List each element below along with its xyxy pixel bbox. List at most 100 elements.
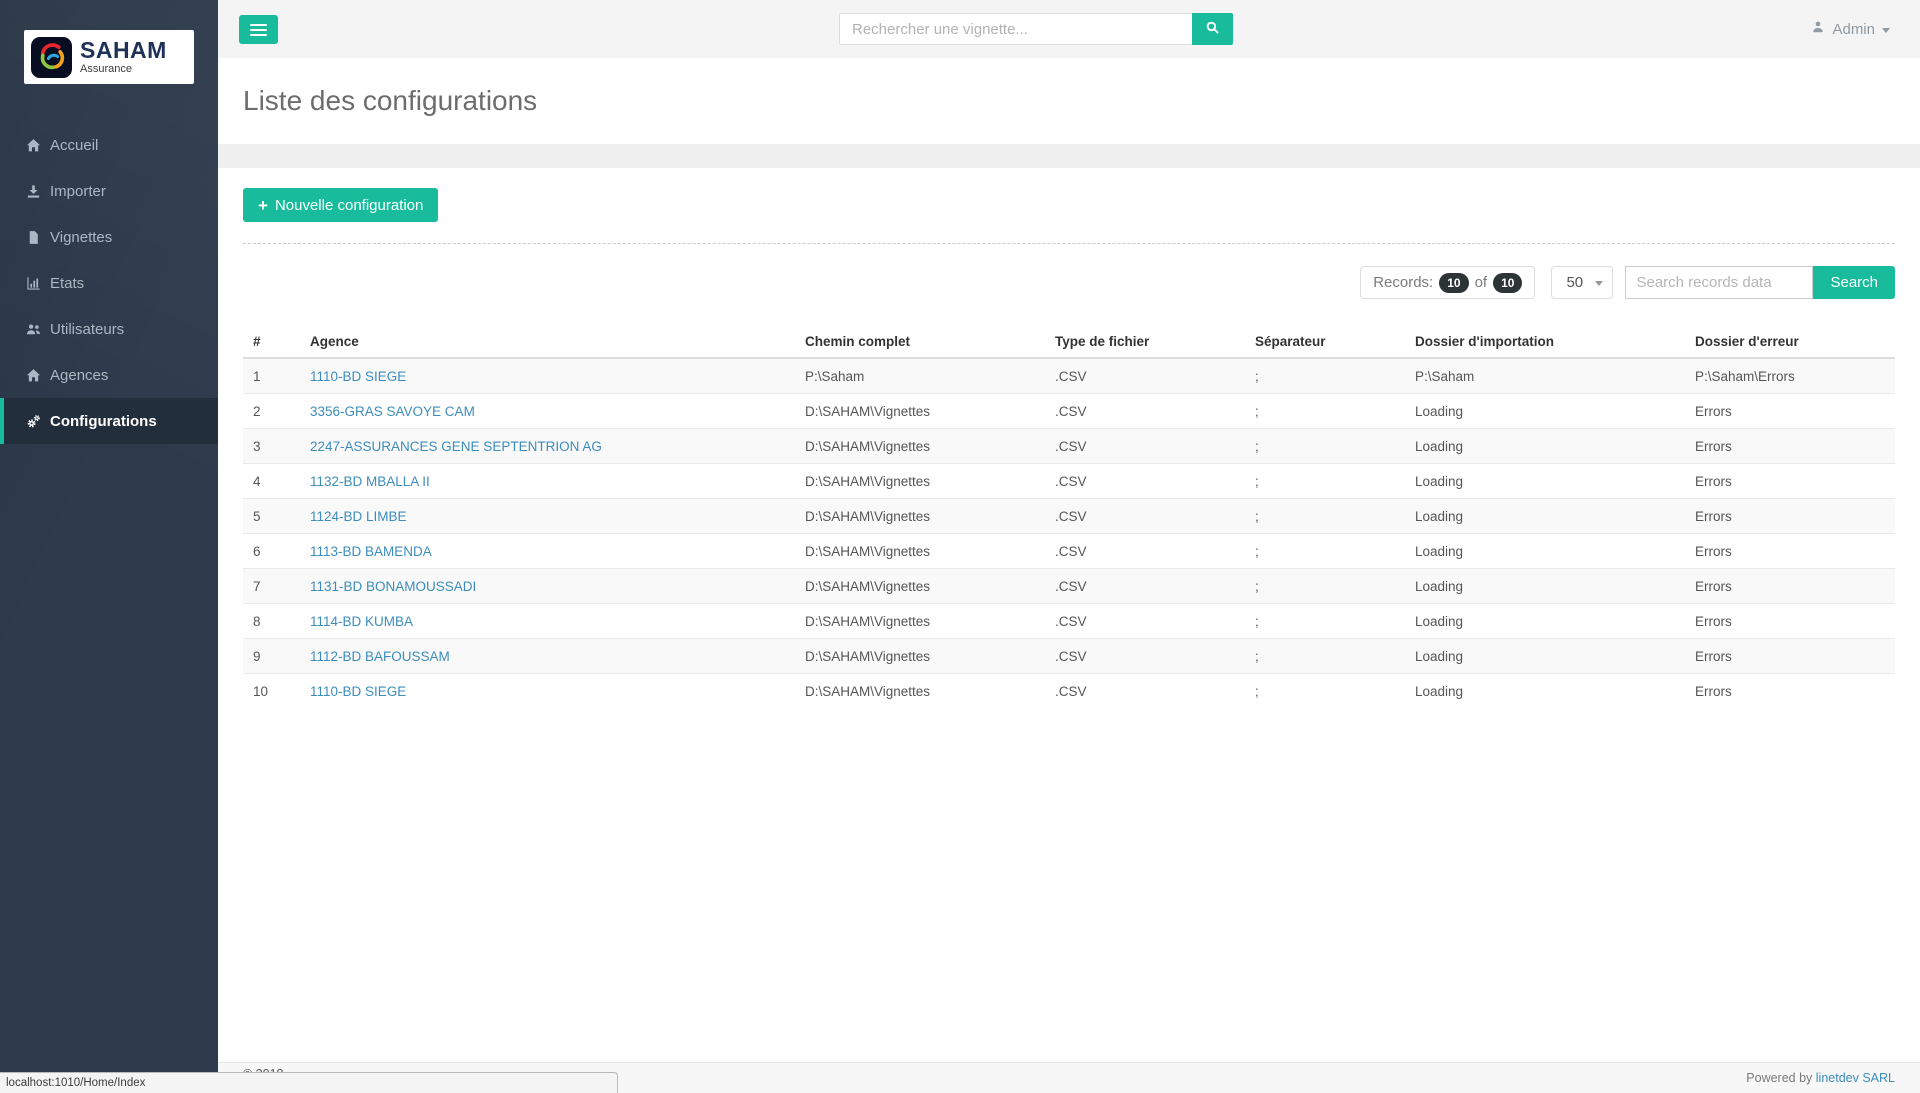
new-configuration-button[interactable]: + Nouvelle configuration: [243, 188, 438, 222]
chemin-complet-cell: P:\Saham: [795, 358, 1045, 394]
application-window: SAHAM Assurance Accueil Importer Vignettes…: [0, 0, 1920, 1093]
dossier-erreur-cell: Errors: [1685, 534, 1895, 569]
configurations-table: #AgenceChemin completType de fichierSépa…: [243, 326, 1895, 708]
agence-link-container: 1114-BD KUMBA: [300, 604, 795, 639]
table-row: 81114-BD KUMBAD:\SAHAM\Vignettes.CSV;Loa…: [243, 604, 1895, 639]
table-body: 11110-BD SIEGEP:\Saham.CSV;P:\SahamP:\Sa…: [243, 358, 1895, 708]
chemin-complet-cell: D:\SAHAM\Vignettes: [795, 639, 1045, 674]
file-icon: [26, 230, 50, 245]
dossier-importation-cell: Loading: [1405, 499, 1685, 534]
sidebar-item-configurations[interactable]: Configurations: [0, 398, 218, 444]
dossier-importation-cell: Loading: [1405, 464, 1685, 499]
dossier-erreur-cell: Errors: [1685, 604, 1895, 639]
page-size-value: 50: [1566, 274, 1583, 291]
records-search: Search: [1625, 266, 1895, 299]
sidebar-item-importer[interactable]: Importer: [0, 168, 218, 214]
column-header: #: [243, 326, 300, 358]
agence-link[interactable]: 2247-ASSURANCES GENE SEPTENTRION AG: [310, 439, 602, 454]
agence-link-container: 1112-BD BAFOUSSAM: [300, 639, 795, 674]
chemin-complet-cell: D:\SAHAM\Vignettes: [795, 604, 1045, 639]
column-header: Dossier d'erreur: [1685, 326, 1895, 358]
column-header: Agence: [300, 326, 795, 358]
agence-link-container: 1113-BD BAMENDA: [300, 534, 795, 569]
agence-link-container: 3356-GRAS SAVOYE CAM: [300, 394, 795, 429]
agence-link-container: 1110-BD SIEGE: [300, 358, 795, 394]
dossier-erreur-cell: Errors: [1685, 499, 1895, 534]
brand-subtitle: Assurance: [80, 64, 167, 75]
type-fichier-cell: .CSV: [1045, 534, 1245, 569]
sidebar-item-vignettes[interactable]: Vignettes: [0, 214, 218, 260]
agence-link-container: 1124-BD LIMBE: [300, 499, 795, 534]
agence-link[interactable]: 1113-BD BAMENDA: [310, 544, 432, 559]
column-header: Type de fichier: [1045, 326, 1245, 358]
type-fichier-cell: .CSV: [1045, 674, 1245, 709]
vignette-search-input[interactable]: [839, 13, 1192, 45]
search-icon: [1205, 20, 1220, 38]
table-controls: Records: 10 of 10 50 Search: [243, 266, 1895, 299]
records-count-badge: 10: [1439, 273, 1468, 293]
sidebar-item-label: Importer: [50, 183, 106, 200]
page-size-select[interactable]: 50: [1551, 266, 1613, 299]
sidebar-item-utilisateurs[interactable]: Utilisateurs: [0, 306, 218, 352]
chemin-complet-cell: D:\SAHAM\Vignettes: [795, 534, 1045, 569]
agence-link[interactable]: 1110-BD SIEGE: [310, 369, 406, 384]
caret-down-icon: [1595, 281, 1603, 286]
agence-link[interactable]: 1124-BD LIMBE: [310, 509, 407, 524]
records-of-label: of: [1475, 274, 1488, 291]
configurations-table-wrap: #AgenceChemin completType de fichierSépa…: [243, 326, 1895, 708]
table-row: 51124-BD LIMBED:\SAHAM\Vignettes.CSV;Loa…: [243, 499, 1895, 534]
row-number: 4: [243, 464, 300, 499]
separateur-cell: ;: [1245, 499, 1405, 534]
status-url: localhost:1010/Home/Index: [6, 1077, 145, 1089]
separateur-cell: ;: [1245, 394, 1405, 429]
row-number: 7: [243, 569, 300, 604]
sidebar-item-accueil[interactable]: Accueil: [0, 122, 218, 168]
agence-link[interactable]: 1132-BD MBALLA II: [310, 474, 430, 489]
download-icon: [26, 184, 50, 199]
agence-link-container: 1110-BD SIEGE: [300, 674, 795, 709]
type-fichier-cell: .CSV: [1045, 569, 1245, 604]
type-fichier-cell: .CSV: [1045, 394, 1245, 429]
chemin-complet-cell: D:\SAHAM\Vignettes: [795, 569, 1045, 604]
type-fichier-cell: .CSV: [1045, 639, 1245, 674]
agence-link[interactable]: 1112-BD BAFOUSSAM: [310, 649, 450, 664]
separateur-cell: ;: [1245, 674, 1405, 709]
dossier-importation-cell: Loading: [1405, 674, 1685, 709]
chemin-complet-cell: D:\SAHAM\Vignettes: [795, 464, 1045, 499]
dossier-importation-cell: Loading: [1405, 394, 1685, 429]
content-panel: + Nouvelle configuration Records: 10 of …: [218, 168, 1920, 1062]
browser-status-bar: localhost:1010/Home/Index: [0, 1072, 618, 1093]
table-row: 9 1112-BD BAFOUSSAM D:\SAHAM\Vignettes.CSV…: [243, 639, 1895, 674]
row-number: 9: [243, 639, 300, 674]
sidebar-item-label: Etats: [50, 275, 84, 292]
sidebar-item-etats[interactable]: Etats: [0, 260, 218, 306]
type-fichier-cell: .CSV: [1045, 429, 1245, 464]
gears-icon: [26, 414, 50, 429]
brand-name: SAHAM: [80, 39, 167, 62]
vignette-search-button[interactable]: [1192, 13, 1233, 45]
powered-by-link[interactable]: linetdev SARL: [1816, 1071, 1895, 1085]
sidebar-item-agences[interactable]: Agences: [0, 352, 218, 398]
main-area: Admin Liste des configurations + Nouvell…: [218, 0, 1920, 1093]
agence-link[interactable]: 1131-BD BONAMOUSSADI: [310, 579, 476, 594]
sidebar-item-label: Vignettes: [50, 229, 112, 246]
table-row: 23356-GRAS SAVOYE CAMD:\SAHAM\Vignettes.…: [243, 394, 1895, 429]
powered-by: Powered by linetdev SARL: [1746, 1071, 1895, 1085]
user-menu[interactable]: Admin: [1811, 0, 1890, 58]
sidebar-item-label: Utilisateurs: [50, 321, 124, 338]
menu-toggle-button[interactable]: [239, 15, 278, 44]
agence-link[interactable]: 1110-BD SIEGE: [310, 684, 406, 699]
sidebar-item-label: Agences: [50, 367, 108, 384]
home-icon: [26, 138, 50, 153]
records-search-button[interactable]: Search: [1813, 266, 1895, 299]
records-search-input[interactable]: [1625, 266, 1813, 299]
page-title: Liste des configurations: [243, 85, 1920, 117]
agence-link[interactable]: 3356-GRAS SAVOYE CAM: [310, 404, 475, 419]
row-number: 3: [243, 429, 300, 464]
row-number: 8: [243, 604, 300, 639]
chemin-complet-cell: D:\SAHAM\Vignettes: [795, 499, 1045, 534]
table-row: 11110-BD SIEGEP:\Saham.CSV;P:\SahamP:\Sa…: [243, 358, 1895, 394]
sidebar-item-label: Accueil: [50, 137, 98, 154]
brand-text: SAHAM Assurance: [80, 39, 167, 75]
agence-link[interactable]: 1114-BD KUMBA: [310, 614, 413, 629]
